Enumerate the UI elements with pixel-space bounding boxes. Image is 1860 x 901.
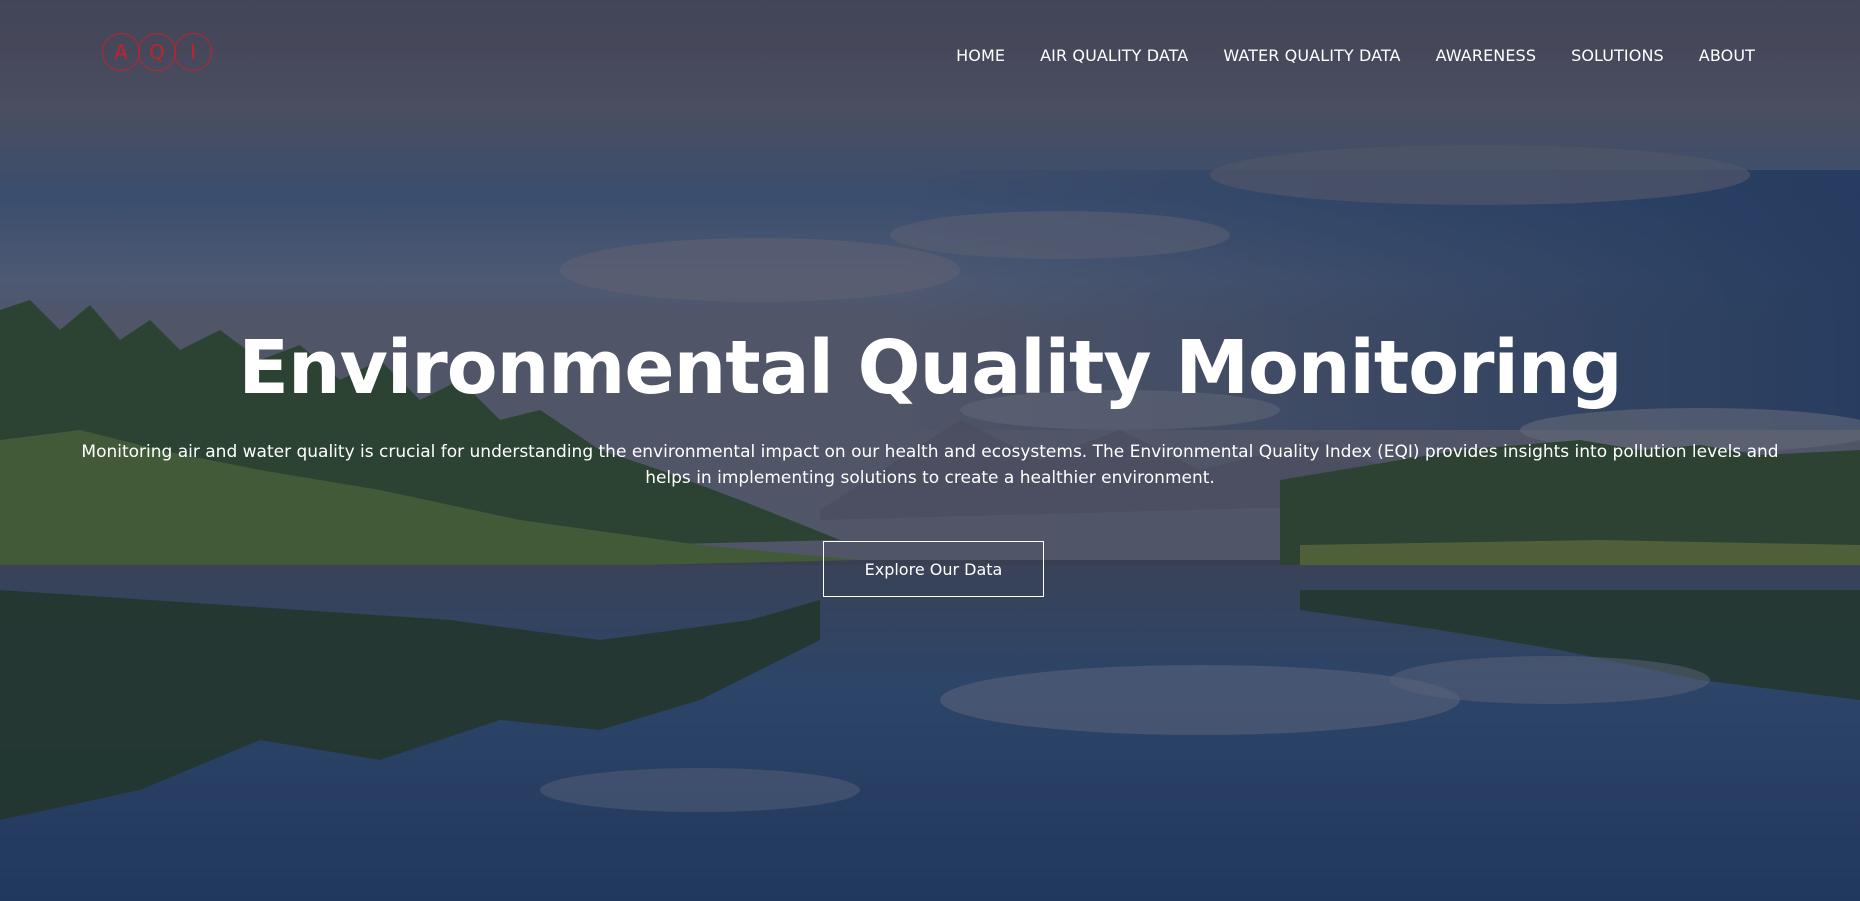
explore-data-button[interactable]: Explore Our Data: [823, 541, 1044, 597]
nav-item-awareness[interactable]: AWARENESS: [1436, 46, 1536, 65]
logo-letter-i: I: [174, 33, 212, 71]
hero-title: Environmental Quality Monitoring: [238, 325, 1622, 411]
nav-item-solutions[interactable]: SOLUTIONS: [1571, 46, 1664, 65]
navbar: A Q I HOME AIR QUALITY DATA WATER QUALIT…: [0, 0, 1860, 110]
nav-item-home[interactable]: HOME: [956, 46, 1005, 65]
hero-description: Monitoring air and water quality is cruc…: [81, 442, 1779, 488]
aqi-logo[interactable]: A Q I: [102, 33, 212, 73]
hero-section: A Q I HOME AIR QUALITY DATA WATER QUALIT…: [0, 0, 1860, 901]
logo-letter-q: Q: [138, 33, 176, 71]
nav-item-about[interactable]: ABOUT: [1699, 46, 1755, 65]
nav-item-water-quality-data[interactable]: WATER QUALITY DATA: [1223, 46, 1400, 65]
logo-letter-a: A: [102, 33, 140, 71]
nav-item-air-quality-data[interactable]: AIR QUALITY DATA: [1040, 46, 1188, 65]
nav-menu: HOME AIR QUALITY DATA WATER QUALITY DATA…: [956, 46, 1755, 65]
